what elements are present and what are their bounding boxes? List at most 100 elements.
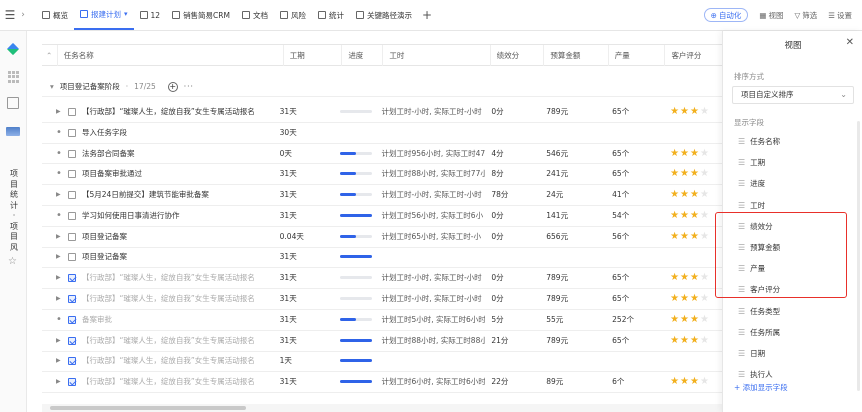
star-icon[interactable]: ★ <box>700 227 709 247</box>
table-row[interactable]: ▶ 【行政部】“璀璨人生，绽放自我”女生专属活动报名 1天 <box>42 352 724 373</box>
output-cell[interactable]: 65个 <box>606 331 664 351</box>
drag-handle-icon[interactable]: ☰ <box>738 137 745 146</box>
star-icon[interactable]: ★ <box>690 310 699 330</box>
budget-cell[interactable]: 546元 <box>540 144 606 164</box>
rating-cell[interactable]: ★ ★ ★ ★ <box>664 331 724 351</box>
progress-cell[interactable] <box>334 331 376 351</box>
budget-cell[interactable] <box>540 351 606 371</box>
budget-cell[interactable] <box>540 123 606 143</box>
task-checkbox[interactable] <box>68 170 76 179</box>
task-checkbox[interactable] <box>68 253 76 262</box>
star-icon[interactable]: ★ <box>680 206 689 226</box>
budget-cell[interactable]: 24元 <box>540 185 606 205</box>
table-row[interactable]: • 法务部合同备案 0天 计划工时956小时, 实际工时47 4分 546元 65个 ★ ★ ★ ★ <box>42 144 724 165</box>
drag-handle-icon[interactable]: ☰ <box>738 243 745 252</box>
tab-6[interactable]: 统计 <box>312 0 350 30</box>
drag-handle-icon[interactable]: ☰ <box>738 264 745 273</box>
star-icon[interactable]: ★ <box>670 144 679 164</box>
star-icon[interactable]: ★ <box>670 331 679 351</box>
task-name[interactable]: 项目登记备案 <box>82 227 127 247</box>
star-icon[interactable]: ★ <box>690 331 699 351</box>
tab-1[interactable]: 报建计划 ▾ <box>74 0 134 30</box>
expand-icon[interactable]: ▶ <box>56 372 62 392</box>
performance-cell[interactable]: 0分 <box>485 102 540 122</box>
hours-cell[interactable]: 计划工时56小时, 实际工时6小 <box>376 206 486 226</box>
task-name[interactable]: 【行政部】“璀璨人生，绽放自我”女生专属活动报名 <box>82 351 255 371</box>
budget-cell[interactable]: 789元 <box>540 102 606 122</box>
duration-cell[interactable]: 31天 <box>274 310 334 330</box>
progress-cell[interactable] <box>334 351 376 371</box>
task-name[interactable]: 学习如何使用日事清进行协作 <box>82 206 180 226</box>
rating-stars[interactable]: ★ ★ ★ ★ <box>670 268 724 288</box>
task-checkbox[interactable] <box>68 128 76 137</box>
star-icon[interactable]: ★ <box>670 268 679 288</box>
progress-cell[interactable] <box>334 247 376 267</box>
task-name[interactable]: 【行政部】“璀璨人生，绽放自我”女生专属活动报名 <box>82 372 255 392</box>
rating-cell[interactable]: ★ ★ ★ ★ <box>664 227 724 247</box>
duration-cell[interactable]: 0天 <box>274 144 334 164</box>
star-icon[interactable]: ★ <box>690 185 699 205</box>
budget-cell[interactable]: 89元 <box>540 372 606 392</box>
display-field-item[interactable]: ☰ 客户评分 <box>732 279 854 300</box>
hours-cell[interactable] <box>376 351 486 371</box>
task-checkbox[interactable] <box>68 211 76 220</box>
drag-handle-icon[interactable]: ☰ <box>738 307 745 316</box>
star-icon[interactable]: ★ <box>680 268 689 288</box>
performance-cell[interactable]: 78分 <box>485 185 540 205</box>
table-row[interactable]: ▶ 【行政部】“璀璨人生，绽放自我”女生专属活动报名 31天 计划工时88小时, 实际… <box>42 331 724 352</box>
table-row[interactable]: • 导入任务字段 30天 <box>42 123 724 144</box>
hours-cell[interactable]: 计划工时5小时, 实际工时6小时 <box>376 310 486 330</box>
star-icon[interactable]: ★ <box>680 310 689 330</box>
expand-icon[interactable]: ▶ <box>56 185 62 205</box>
add-tab-button[interactable]: + <box>422 8 432 22</box>
star-icon[interactable]: ★ <box>700 206 709 226</box>
header-rating[interactable]: 客户评分 <box>665 45 724 66</box>
budget-cell[interactable]: 789元 <box>540 289 606 309</box>
display-field-item[interactable]: ☰ 工期 <box>732 152 854 173</box>
output-cell[interactable] <box>606 123 664 143</box>
task-name[interactable]: 项目登记备案 <box>82 247 127 267</box>
rating-cell[interactable]: ★ ★ ★ ★ <box>664 289 724 309</box>
rating-cell[interactable] <box>664 123 724 143</box>
performance-cell[interactable]: 0分 <box>485 289 540 309</box>
duration-cell[interactable]: 30天 <box>274 123 334 143</box>
star-icon[interactable]: ★ <box>670 372 679 392</box>
duration-cell[interactable]: 31天 <box>274 331 334 351</box>
star-icon[interactable]: ★ <box>690 144 699 164</box>
performance-cell[interactable] <box>485 123 540 143</box>
performance-cell[interactable] <box>485 247 540 267</box>
expand-icon[interactable]: ▶ <box>56 331 62 351</box>
rating-cell[interactable]: ★ ★ ★ ★ <box>664 102 724 122</box>
drag-handle-icon[interactable]: ☰ <box>738 201 745 210</box>
performance-cell[interactable]: 22分 <box>485 372 540 392</box>
star-icon[interactable]: ★ <box>690 102 699 122</box>
hours-cell[interactable]: 计划工时-小时, 实际工时-小时 <box>376 185 486 205</box>
display-field-item[interactable]: ☰ 工时 <box>732 195 854 216</box>
table-row[interactable]: ▶ 项目登记备案 31天 <box>42 248 724 269</box>
duration-cell[interactable]: 31天 <box>274 164 334 184</box>
automation-button[interactable]: ⊕ 自动化 <box>703 8 749 22</box>
progress-cell[interactable] <box>334 227 376 247</box>
progress-cell[interactable] <box>334 123 376 143</box>
output-cell[interactable]: 65个 <box>606 102 664 122</box>
progress-cell[interactable] <box>334 206 376 226</box>
task-checkbox[interactable] <box>68 149 76 158</box>
table-row[interactable]: ▶ 【5月24日前提交】建筑节能审批备案 31天 计划工时-小时, 实际工时-小时 78… <box>42 185 724 206</box>
rating-stars[interactable]: ★ ★ ★ ★ <box>670 310 724 330</box>
task-name[interactable]: 【行政部】“璀璨人生，绽放自我”女生专属活动报名 <box>82 268 255 288</box>
apps-grid-icon[interactable] <box>8 71 20 83</box>
duration-cell[interactable]: 31天 <box>274 268 334 288</box>
header-output[interactable]: 产量 <box>609 45 666 66</box>
performance-cell[interactable]: 21分 <box>485 331 540 351</box>
output-cell[interactable]: 65个 <box>606 164 664 184</box>
display-field-item[interactable]: ☰ 日期 <box>732 343 854 364</box>
table-row[interactable]: ▶ 【行政部】“璀璨人生，绽放自我”女生专属活动报名 31天 计划工时-小时, 实际工… <box>42 102 724 123</box>
drag-handle-icon[interactable]: ☰ <box>738 328 745 337</box>
star-icon[interactable]: ★ <box>670 310 679 330</box>
output-cell[interactable]: 54个 <box>606 206 664 226</box>
task-checkbox[interactable] <box>68 274 76 283</box>
app-logo-icon[interactable] <box>6 42 20 56</box>
star-icon[interactable]: ★ <box>690 289 699 309</box>
budget-cell[interactable]: 789元 <box>540 331 606 351</box>
hours-cell[interactable]: 计划工时6小时, 实际工时6小时 <box>376 372 486 392</box>
